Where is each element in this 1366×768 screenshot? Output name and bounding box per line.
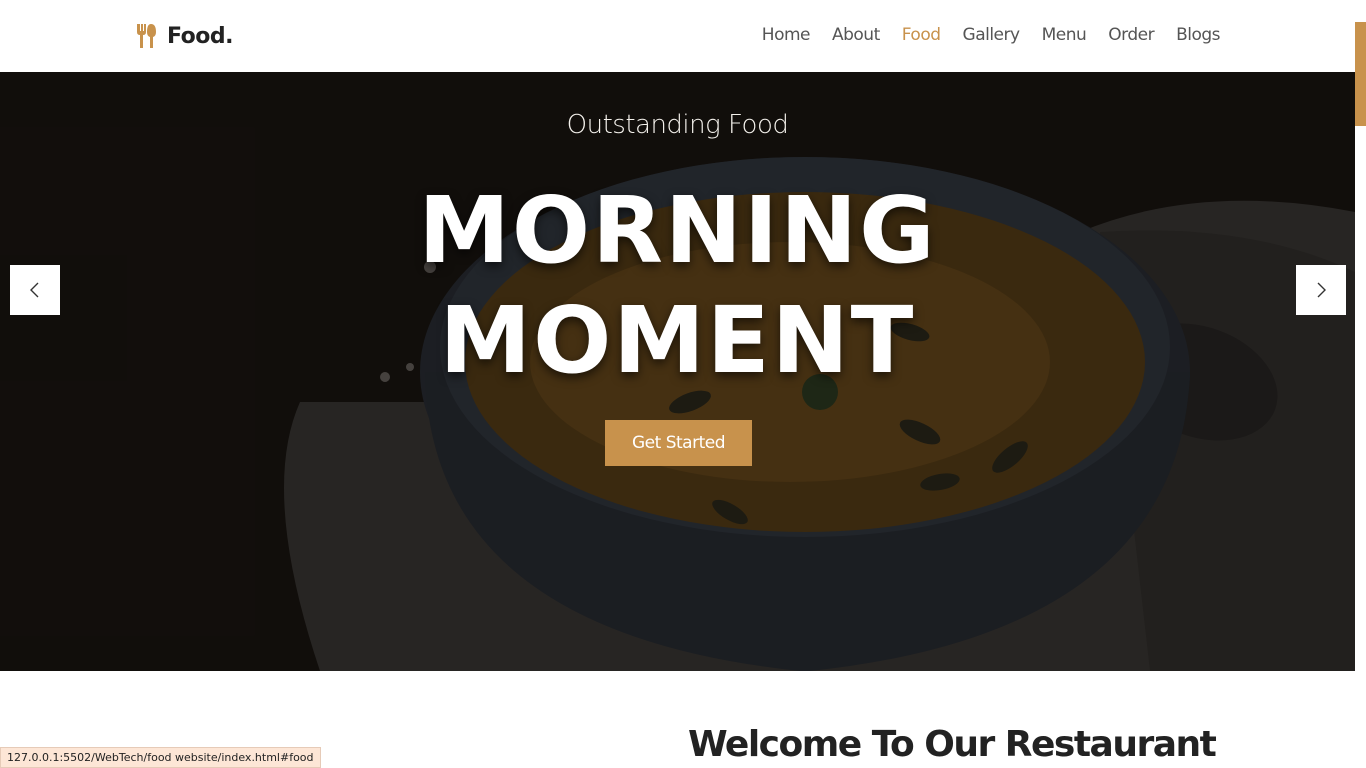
carousel-prev-button[interactable] [10,265,60,315]
hero-title: MORNING MOMENT [0,176,1355,396]
hero-carousel: Outstanding Food MORNING MOMENT Get Star… [0,72,1355,671]
main-nav: Home About Food Gallery Menu Order Blogs [762,25,1221,45]
logo[interactable]: Food. [135,22,233,50]
page-scrollbar[interactable] [1355,0,1366,768]
nav-blogs[interactable]: Blogs [1176,25,1220,45]
nav-gallery[interactable]: Gallery [963,25,1021,45]
nav-menu[interactable]: Menu [1042,25,1087,45]
fork-spoon-icon [137,24,156,48]
nav-food[interactable]: Food [902,25,941,45]
nav-home[interactable]: Home [762,25,811,45]
browser-status-url: 127.0.0.1:5502/WebTech/food website/inde… [0,747,321,768]
chevron-left-icon [30,282,39,298]
nav-order[interactable]: Order [1108,25,1154,45]
scrollbar-thumb[interactable] [1355,22,1366,126]
carousel-next-button[interactable] [1296,265,1346,315]
chevron-right-icon [1317,282,1326,298]
welcome-heading: Welcome To Our Restaurant [688,724,1217,765]
hero-subtitle: Outstanding Food [566,110,789,140]
get-started-button[interactable]: Get Started [605,420,752,466]
nav-about[interactable]: About [832,25,880,45]
hero-title-line-1: MORNING [418,177,937,284]
hero-title-line-2: MOMENT [439,287,916,394]
logo-text: Food. [167,23,233,49]
site-header: Food. Home About Food Gallery Menu Order… [0,0,1355,72]
